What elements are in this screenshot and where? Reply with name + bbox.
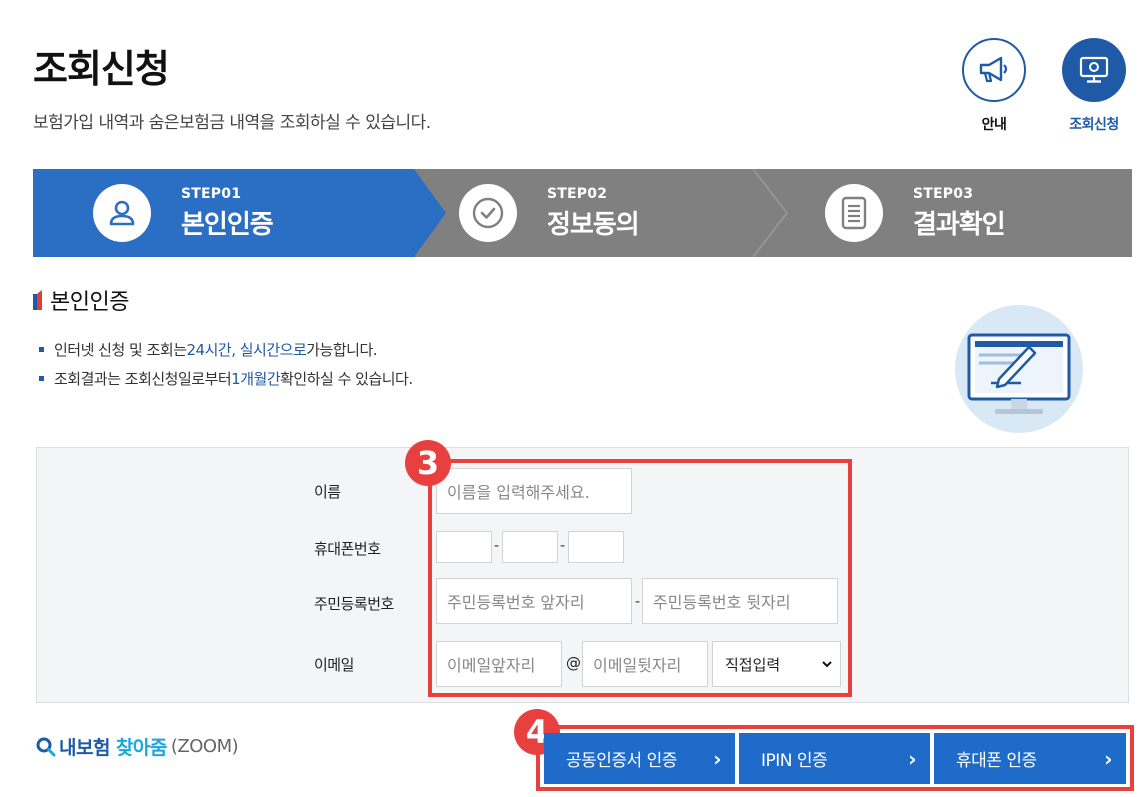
phone-auth-button[interactable]: 휴대폰 인증 › bbox=[934, 733, 1126, 784]
name-label: 이름 bbox=[314, 483, 341, 501]
zoom-logo: 내보험 찾아줌 (ZOOM) bbox=[36, 733, 239, 760]
check-circle-icon bbox=[459, 184, 517, 242]
person-icon bbox=[93, 184, 151, 242]
step-badge-3: 3 bbox=[405, 440, 451, 486]
bullet-icon bbox=[39, 347, 44, 352]
magnifier-icon bbox=[36, 737, 56, 756]
ipin-label: IPIN 인증 bbox=[761, 751, 828, 771]
notice-line-2: 조회결과는 조회신청일로부터 1개월간 확인하실 수 있습니다. bbox=[39, 368, 413, 389]
joint-certificate-label: 공동인증서 인증 bbox=[566, 751, 677, 771]
guide-button[interactable]: 안내 bbox=[962, 38, 1026, 134]
document-icon bbox=[825, 184, 883, 242]
step-separator bbox=[752, 169, 788, 257]
section-title-text: 본인인증 bbox=[50, 290, 129, 315]
chevron-right-icon: › bbox=[1104, 746, 1112, 771]
phone-auth-label: 휴대폰 인증 bbox=[956, 751, 1037, 771]
step-2-label: 정보동의 bbox=[547, 209, 640, 240]
step-3-label: 결과확인 bbox=[913, 209, 1006, 240]
email-label: 이메일 bbox=[314, 656, 354, 674]
step-2-number: STEP02 bbox=[547, 185, 608, 202]
step-3-number: STEP03 bbox=[913, 185, 974, 202]
highlight-box-3 bbox=[428, 459, 852, 697]
step-3: STEP03 결과확인 bbox=[825, 169, 1006, 257]
phone-label: 휴대폰번호 bbox=[314, 540, 381, 558]
page-subtitle: 보험가입 내역과 숨은보험금 내역을 조회하실 수 있습니다. bbox=[33, 113, 431, 133]
step-progress-bar: STEP01 본인인증 STEP02 정보동의 STEP03 결과확인 bbox=[33, 169, 1132, 257]
step-2: STEP02 정보동의 bbox=[459, 169, 640, 257]
step-1-number: STEP01 bbox=[181, 185, 242, 202]
step-1-label: 본인인증 bbox=[181, 209, 274, 240]
section-marker-icon bbox=[33, 290, 42, 310]
inquiry-label: 조회신청 bbox=[1069, 117, 1119, 133]
notice-line-1: 인터넷 신청 및 조회는 24시간, 실시간으로 가능합니다. bbox=[39, 339, 378, 360]
rrn-label: 주민등록번호 bbox=[314, 595, 394, 613]
section-title: 본인인증 bbox=[33, 284, 129, 316]
joint-certificate-auth-button[interactable]: 공동인증서 인증 › bbox=[544, 733, 735, 784]
step-1: STEP01 본인인증 bbox=[93, 169, 274, 257]
monitor-search-icon bbox=[1079, 56, 1109, 83]
chevron-right-icon: › bbox=[713, 746, 721, 771]
page-title: 조회신청 bbox=[33, 47, 170, 91]
chevron-right-icon: › bbox=[908, 746, 916, 771]
ipin-auth-button[interactable]: IPIN 인증 › bbox=[739, 733, 930, 784]
bullet-icon bbox=[39, 376, 44, 381]
computer-illustration-icon bbox=[955, 305, 1083, 433]
inquiry-button[interactable]: 조회신청 bbox=[1062, 38, 1126, 134]
guide-label: 안내 bbox=[981, 117, 1007, 133]
megaphone-icon bbox=[979, 56, 1008, 83]
